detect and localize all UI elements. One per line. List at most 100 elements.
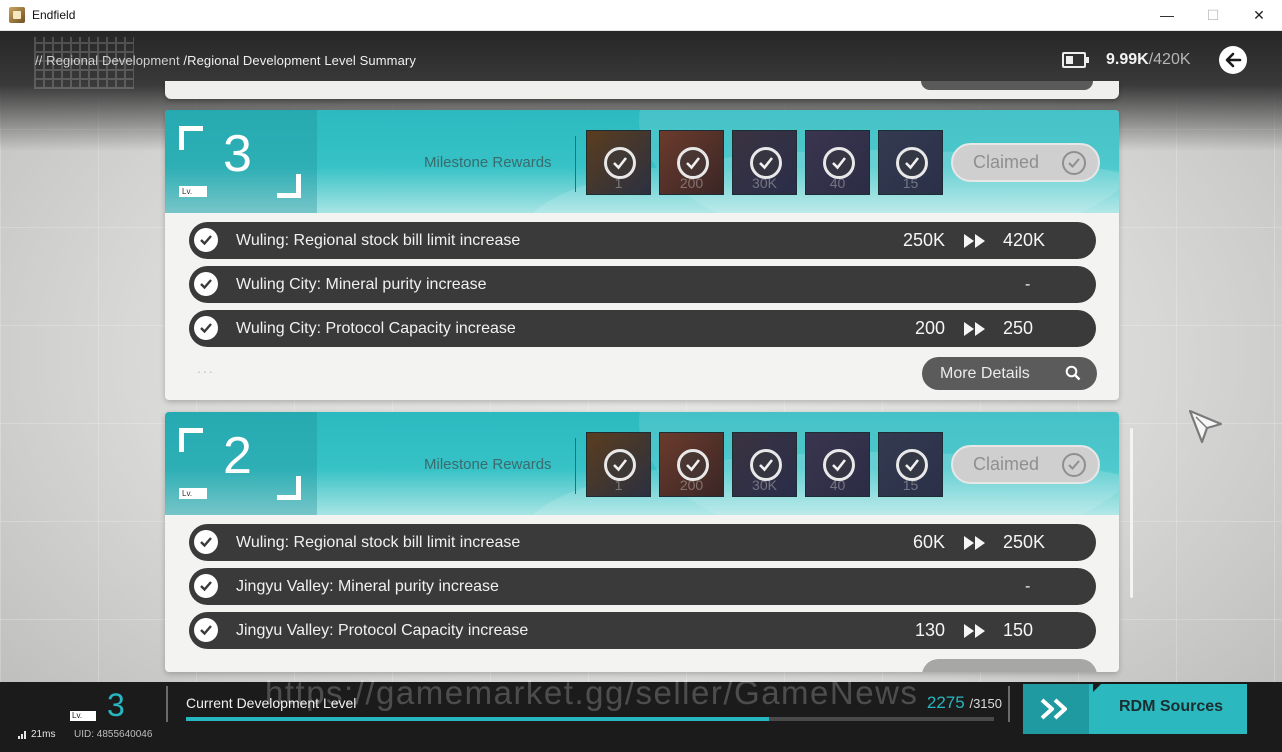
close-button[interactable]: ✕ — [1236, 0, 1282, 31]
check-icon — [750, 449, 782, 481]
check-icon — [194, 316, 218, 340]
level-number: 2 — [223, 427, 252, 485]
effect-from-value: 250K — [902, 230, 945, 250]
double-arrow-icon — [964, 624, 985, 638]
check-icon — [194, 618, 218, 642]
check-icon — [896, 147, 928, 179]
double-arrow-icon — [964, 234, 985, 248]
double-arrow-icon — [964, 536, 985, 550]
development-progress-bar — [186, 717, 994, 721]
minimize-button[interactable]: — — [1144, 0, 1190, 31]
reward-list: 1 200 30K 40 15 — [586, 130, 943, 195]
check-circle-icon — [1062, 151, 1086, 175]
development-progress-fill — [186, 717, 770, 721]
claimed-label: Claimed — [973, 454, 1040, 474]
reward-item[interactable]: 1 — [586, 432, 651, 497]
app-icon — [9, 7, 25, 23]
effect-to-value: 150 — [1003, 620, 1034, 640]
claimed-button[interactable]: Claimed — [951, 143, 1100, 182]
reward-item[interactable]: 15 — [878, 432, 943, 497]
lv-tag: Lv. — [179, 488, 207, 499]
check-icon — [823, 449, 855, 481]
reward-item[interactable]: 15 — [878, 130, 943, 195]
stock-bill-max: /420K — [1148, 51, 1191, 68]
corner-bracket-icon — [179, 428, 203, 452]
more-ellipsis: ... — [197, 360, 215, 376]
milestone-rewards-label: Milestone Rewards — [424, 154, 552, 171]
development-max: /3150 — [969, 696, 1002, 711]
effect-to-value: 250 — [1003, 318, 1034, 338]
effect-to-value: 420K — [1003, 230, 1046, 250]
ping-indicator: 21ms — [18, 729, 55, 740]
effect-list: Wuling: Regional stock bill limit increa… — [165, 515, 1119, 649]
check-icon — [677, 147, 709, 179]
level-card-header: 3 Lv. Milestone Rewards 1 200 30K 40 15 … — [165, 110, 1119, 213]
more-details-button[interactable]: More Details — [922, 357, 1097, 390]
stock-bill-value: 9.99K — [1106, 51, 1149, 68]
reward-item[interactable]: 30K — [732, 130, 797, 195]
effect-list: Wuling: Regional stock bill limit increa… — [165, 213, 1119, 347]
effect-to-value: 250K — [1003, 532, 1046, 552]
more-details-button[interactable] — [922, 659, 1097, 672]
breadcrumb: // Regional Development /Regional Develo… — [35, 53, 416, 68]
effect-from-value: 60K — [912, 532, 945, 552]
reward-item[interactable]: 200 — [659, 130, 724, 195]
divider — [575, 136, 576, 192]
game-viewport: // Regional Development /Regional Develo… — [0, 31, 1282, 752]
effect-row: Jingyu Valley: Mineral purity increase - — [189, 568, 1096, 605]
reward-item[interactable]: 30K — [732, 432, 797, 497]
development-value: 2275 /3150 — [927, 693, 1002, 713]
effect-text: Wuling: Regional stock bill limit increa… — [236, 231, 521, 249]
window-title: Endfield — [32, 8, 76, 22]
corner-bracket-icon — [277, 174, 301, 198]
reward-item[interactable]: 40 — [805, 130, 870, 195]
check-circle-icon — [1062, 453, 1086, 477]
reward-item[interactable]: 1 — [586, 130, 651, 195]
reward-list: 1 200 30K 40 15 — [586, 432, 943, 497]
effect-row: Jingyu Valley: Protocol Capacity increas… — [189, 612, 1096, 649]
back-arrow-icon — [1225, 52, 1242, 68]
bottom-bar: Lv. 3 21ms UID: 4855640046 Current Devel… — [0, 674, 1282, 752]
double-chevron-icon — [1023, 684, 1089, 734]
rdm-sources-button[interactable]: RDM Sources — [1023, 684, 1247, 734]
reward-item[interactable]: 40 — [805, 432, 870, 497]
check-icon — [194, 228, 218, 252]
effect-value-none: - — [1025, 577, 1031, 595]
level-number: 3 — [223, 125, 252, 183]
check-icon — [823, 147, 855, 179]
rdm-sources-label: RDM Sources — [1119, 698, 1224, 715]
milestone-rewards-label: Milestone Rewards — [424, 456, 552, 473]
check-icon — [194, 272, 218, 296]
more-details-label: More Details — [940, 364, 1030, 382]
maximize-button[interactable]: ☐ — [1190, 0, 1236, 31]
current-level: 3 — [107, 687, 125, 723]
ping-value: 21ms — [31, 729, 56, 740]
effect-text: Jingyu Valley: Protocol Capacity increas… — [236, 621, 529, 639]
window-titlebar: Endfield — ☐ ✕ — [0, 0, 1282, 31]
corner-bracket-icon — [277, 476, 301, 500]
check-icon — [750, 147, 782, 179]
reward-item[interactable]: 200 — [659, 432, 724, 497]
stock-bill-icon — [1062, 52, 1089, 68]
breadcrumb-parent[interactable]: // Regional Development — [35, 53, 180, 68]
check-icon — [677, 449, 709, 481]
effect-row: Wuling City: Protocol Capacity increase … — [189, 310, 1096, 347]
claimed-button[interactable]: Claimed — [951, 445, 1100, 484]
divider — [575, 438, 576, 494]
scrollbar[interactable] — [1130, 428, 1133, 598]
stock-bill-counter: 9.99K /420K — [1062, 49, 1191, 71]
lv-tag: Lv. — [179, 186, 207, 197]
effect-text: Wuling City: Mineral purity increase — [236, 275, 487, 293]
check-icon — [604, 449, 636, 481]
search-icon — [1065, 365, 1081, 381]
effect-row: Wuling City: Mineral purity increase - — [189, 266, 1096, 303]
breadcrumb-current: /Regional Development Level Summary — [183, 53, 416, 68]
effect-row: Wuling: Regional stock bill limit increa… — [189, 222, 1096, 259]
back-button[interactable] — [1219, 46, 1247, 74]
check-icon — [194, 574, 218, 598]
watermark-text: https://gamemarket.gg/seller/GameNews — [265, 674, 919, 711]
user-id: UID: 4855640046 — [74, 729, 153, 740]
corner-notch — [1093, 684, 1101, 692]
check-icon — [896, 449, 928, 481]
effect-from-value: 200 — [914, 318, 945, 338]
